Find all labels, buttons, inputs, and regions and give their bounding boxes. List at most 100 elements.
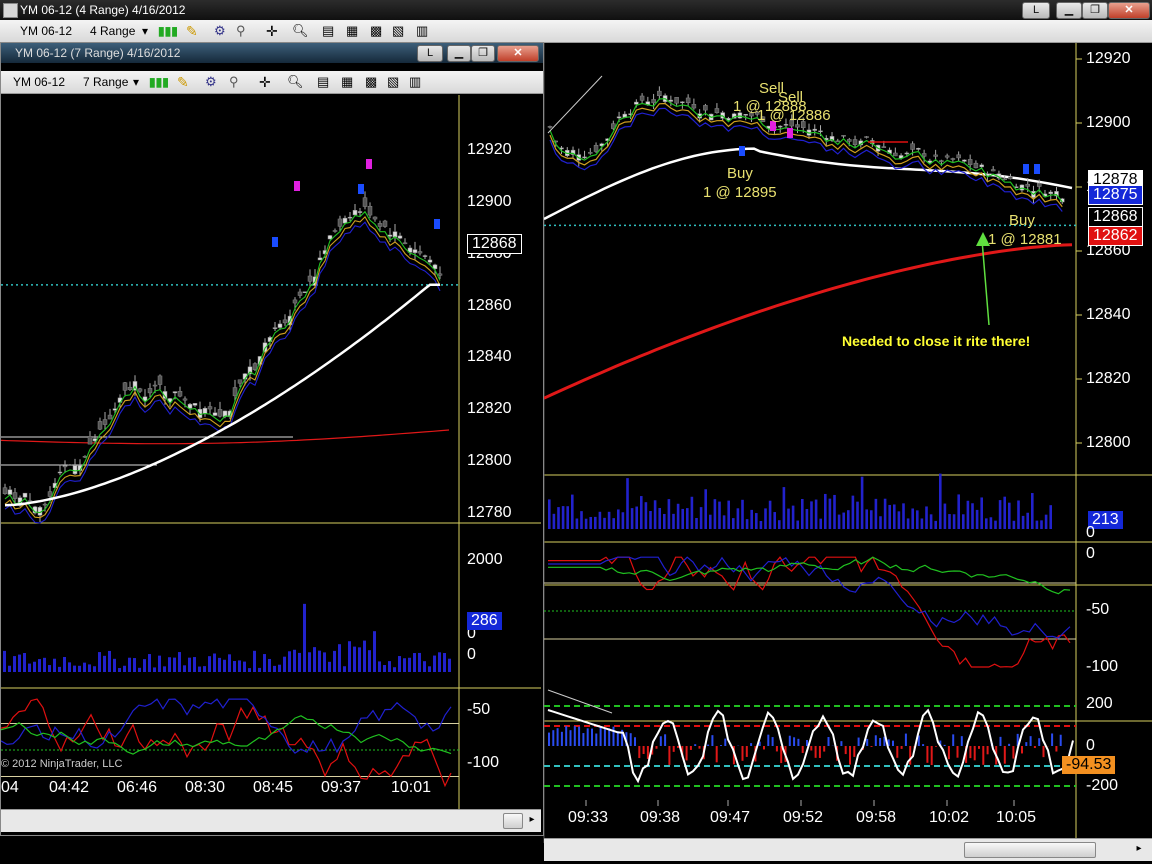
data-box-icon[interactable]: ▦: [346, 23, 362, 39]
interval-selector[interactable]: 4 Range: [90, 23, 135, 39]
cci-hist-bar: [664, 734, 667, 746]
second-volume-bar: [228, 654, 231, 672]
second-window-icon[interactable]: ▥: [409, 74, 425, 90]
volume-bar: [621, 512, 625, 529]
second-candle-body: [217, 409, 223, 417]
candle-body: [588, 152, 593, 154]
volume-bar: [989, 517, 993, 529]
second-link-button[interactable]: L: [417, 45, 443, 62]
cci-hist-bar: [715, 746, 718, 763]
second-candle-body: [47, 491, 53, 497]
volume-bar: [925, 506, 928, 529]
candle-body: [703, 105, 708, 111]
indicator-icon[interactable]: ⚙: [214, 23, 230, 39]
second-volume-bar: [173, 657, 176, 672]
second-titlebar[interactable]: YM 06-12 (7 Range) 4/16/2012 L ▁ ❐ ✕: [1, 43, 543, 63]
second-strategy-icon[interactable]: ⚲: [229, 74, 245, 90]
second-scroll-right-arrow[interactable]: ▸: [525, 813, 539, 827]
second-crosshair-icon[interactable]: ✛: [259, 74, 275, 90]
second-time-label-5: 09:37: [321, 779, 362, 796]
second-draw-pencil-icon[interactable]: ✎: [177, 74, 193, 90]
instrument-selector[interactable]: YM 06-12: [20, 23, 72, 39]
second-stoch-axis-100: -100: [467, 754, 500, 771]
second-candle-body: [192, 403, 198, 406]
volume-bar: [971, 503, 974, 529]
second-bar-style-icon[interactable]: ▮▮▮: [149, 74, 169, 90]
main-time-label-1: 09:38: [640, 809, 681, 826]
main-titlebar[interactable]: YM 06-12 (4 Range) 4/16/2012 L ▁ ❐ ✕: [0, 0, 1152, 20]
second-restore-button[interactable]: ❐: [471, 45, 495, 62]
link-button[interactable]: L: [1022, 2, 1050, 19]
second-close-button[interactable]: ✕: [497, 45, 539, 62]
close-button[interactable]: ✕: [1108, 2, 1150, 19]
volume-bar: [667, 499, 671, 529]
second-data-box-icon[interactable]: ▦: [341, 74, 357, 90]
second-volume-bar: [433, 655, 436, 672]
candle-body: [893, 152, 898, 157]
second-volume-bar: [388, 661, 391, 672]
second-dropdown-chevron-icon[interactable]: ▾: [133, 74, 139, 90]
second-candle-body: [7, 489, 13, 495]
second-interval-selector[interactable]: 7 Range: [83, 74, 128, 90]
cci-axis-200: 200: [1086, 695, 1113, 712]
volume-bar: [584, 518, 588, 529]
second-volume-bar: [298, 652, 301, 672]
second-stoch-line-2: [1, 715, 452, 755]
second-minimize-button[interactable]: ▁: [447, 45, 471, 62]
crosshair-icon[interactable]: ✛: [266, 23, 282, 39]
volume-bar: [575, 518, 579, 529]
candle-body: [881, 146, 887, 148]
dropdown-chevron-icon[interactable]: ▾: [142, 23, 148, 39]
properties-icon[interactable]: ▤: [322, 23, 338, 39]
second-scroll-thumb[interactable]: [503, 813, 523, 829]
price-axis-label-0: 12920: [1086, 50, 1131, 67]
volume-bar: [1012, 520, 1016, 529]
second-instrument-selector[interactable]: YM 06-12: [13, 74, 65, 90]
second-zoom-icon[interactable]: 🔍︎: [287, 74, 304, 90]
price-axis-label-4: 12840: [1086, 306, 1131, 323]
draw-pencil-icon[interactable]: ✎: [186, 23, 202, 39]
second-volume-bar: [193, 657, 196, 672]
candle-body: [616, 116, 622, 119]
main-time-label-2: 09:47: [710, 809, 751, 826]
minimize-button[interactable]: ▁: [1056, 2, 1082, 19]
candle-body: [939, 160, 944, 162]
volume-bar: [607, 511, 611, 529]
cci-hist-bar: [1038, 738, 1041, 746]
second-candle-body: [362, 197, 368, 207]
scroll-right-arrow[interactable]: ▸: [1132, 842, 1146, 856]
copy-icon[interactable]: ▧: [392, 23, 408, 39]
volume-bar: [548, 499, 551, 529]
zoom-icon[interactable]: 🔍︎: [292, 23, 309, 39]
second-volume-bar: [108, 650, 111, 672]
second-properties-icon[interactable]: ▤: [317, 74, 333, 90]
window-icon[interactable]: ▥: [416, 23, 432, 39]
scroll-thumb[interactable]: [964, 842, 1096, 858]
chart-image-icon[interactable]: ▩: [370, 23, 386, 39]
cci-hist-bar: [788, 735, 791, 746]
candle-body: [691, 104, 697, 109]
main-scrollbar[interactable]: ▸: [544, 838, 1152, 861]
volume-bar: [883, 498, 887, 529]
second-candle-body: [402, 242, 408, 245]
bar-style-icon[interactable]: ▮▮▮: [158, 23, 178, 39]
second-volume-bar: [253, 650, 256, 672]
second-chart-window: YM 06-12 (7 Range) 4/16/2012 L ▁ ❐ ✕ YM …: [0, 42, 544, 836]
strategy-icon[interactable]: ⚲: [236, 23, 252, 39]
second-chart-image-icon[interactable]: ▩: [365, 74, 381, 90]
second-copy-icon[interactable]: ▧: [387, 74, 403, 90]
volume-bar: [879, 516, 882, 529]
second-indicator-icon[interactable]: ⚙: [205, 74, 221, 90]
volume-bar: [870, 510, 873, 529]
second-candle-body: [397, 235, 403, 239]
second-ribbon-1: [4, 216, 441, 519]
second-candle-body: [202, 408, 208, 414]
second-candle-body: [337, 218, 343, 227]
restore-button[interactable]: ❐: [1082, 2, 1108, 19]
second-volume-bar: [303, 603, 306, 672]
candle-body: [1025, 183, 1030, 187]
second-scrollbar[interactable]: ▸: [1, 809, 541, 832]
second-volume-bar: [93, 666, 96, 672]
volume-bar: [672, 513, 675, 529]
second-chart-svg[interactable]: [1, 95, 541, 815]
